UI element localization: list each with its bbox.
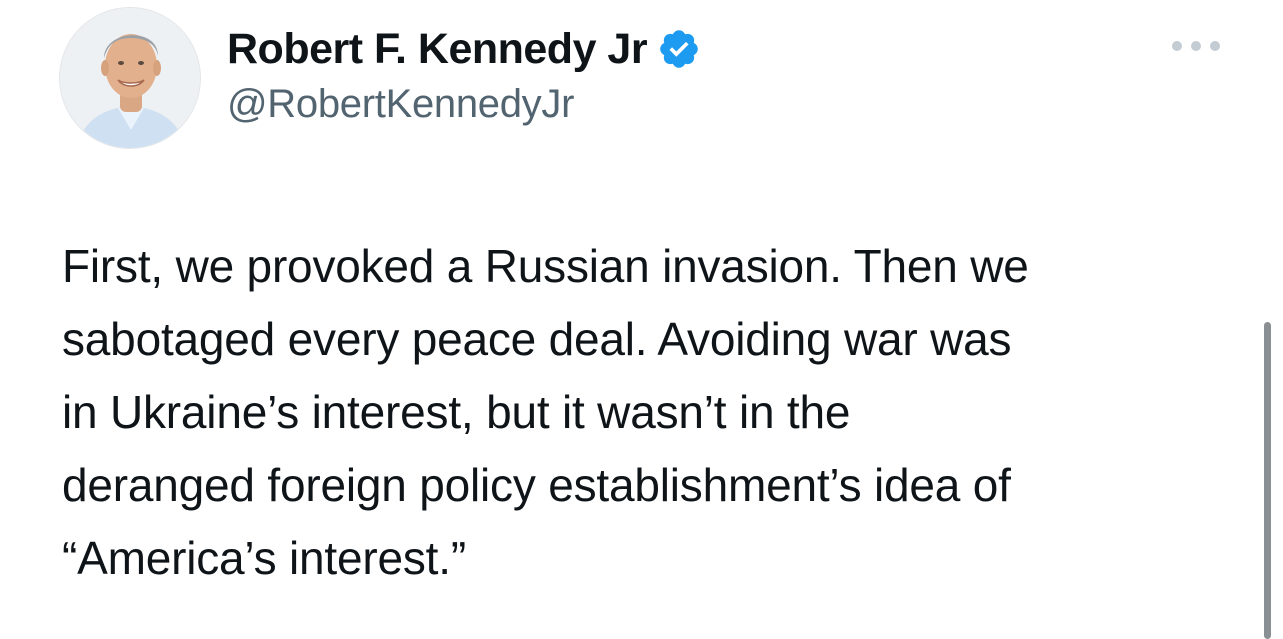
tweet-text-line: in Ukraine’s interest, but it wasn’t in … xyxy=(62,386,851,438)
author-name-row[interactable]: Robert F. Kennedy Jr xyxy=(227,22,701,76)
scrollbar[interactable] xyxy=(1264,322,1271,639)
more-dot xyxy=(1172,41,1182,51)
more-options-icon[interactable] xyxy=(1172,34,1220,58)
tweet-text-line: “America’s interest.” xyxy=(62,532,466,584)
more-dot xyxy=(1210,41,1220,51)
tweet: Robert F. Kennedy Jr @RobertKennedyJr Fi… xyxy=(0,0,1283,639)
tweet-text-line: deranged foreign policy establishment’s … xyxy=(62,459,1011,511)
profile-photo xyxy=(60,8,200,148)
tweet-text-line: sabotaged every peace deal. Avoiding war… xyxy=(62,313,1012,365)
user-handle[interactable]: @RobertKennedyJr xyxy=(227,82,574,127)
display-name[interactable]: Robert F. Kennedy Jr xyxy=(227,25,648,74)
more-dot xyxy=(1191,41,1201,51)
avatar[interactable] xyxy=(59,7,201,149)
verified-badge-icon[interactable] xyxy=(657,27,701,71)
tweet-text: First, we provoked a Russian invasion. T… xyxy=(62,230,1242,595)
tweet-text-line: First, we provoked a Russian invasion. T… xyxy=(62,240,1029,292)
